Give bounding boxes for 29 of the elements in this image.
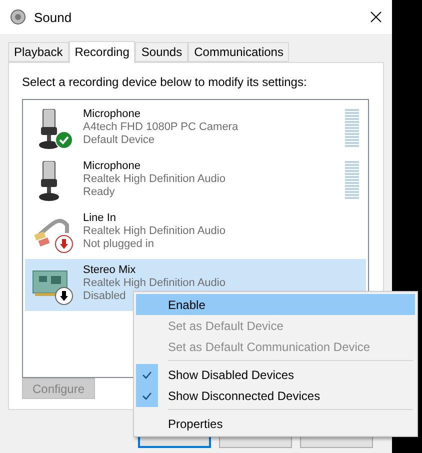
device-status: Default Device <box>83 134 155 146</box>
tab[interactable]: Sounds <box>135 42 188 62</box>
close-icon[interactable] <box>370 11 382 23</box>
instruction-text: Select a recording device below to modify its settings: <box>22 75 308 89</box>
device-driver: Realtek High Definition Audio <box>83 172 226 186</box>
device-name: Line In <box>83 212 116 224</box>
device-driver: A4tech FHD 1080P PC Camera <box>83 120 238 134</box>
device-row[interactable]: Microphone Realtek High Definition Audio Ready <box>25 155 366 207</box>
device-name: Stereo Mix <box>83 264 136 276</box>
device-driver: Realtek High Definition Audio <box>83 276 226 290</box>
device-row[interactable]: Microphone A4tech FHD 1080P PC Camera Default Device <box>25 103 366 155</box>
menu-item[interactable]: Show Disabled Devices <box>136 364 415 385</box>
device-name: Microphone <box>83 160 140 172</box>
tab[interactable]: Communications <box>188 42 290 62</box>
device-status: Disabled <box>83 290 126 302</box>
speaker-icon <box>10 9 26 25</box>
device-status: Ready <box>83 186 115 198</box>
device-name: Microphone <box>83 108 140 120</box>
menu-item[interactable]: Show Disconnected Devices <box>136 385 415 406</box>
device-driver: Realtek High Definition Audio <box>83 224 226 238</box>
window-title: Sound <box>34 10 73 24</box>
microphone-icon <box>39 109 59 149</box>
menu-item[interactable]: Enable <box>136 294 415 315</box>
menu-item[interactable]: Properties <box>136 413 415 434</box>
tab[interactable]: Recording <box>68 41 136 63</box>
device-status: Not plugged in <box>83 238 154 250</box>
device-row[interactable]: Line In Realtek High Definition Audio Not plugged in <box>25 207 366 259</box>
microphone-icon <box>39 161 59 201</box>
tab[interactable]: Playback <box>8 42 69 62</box>
